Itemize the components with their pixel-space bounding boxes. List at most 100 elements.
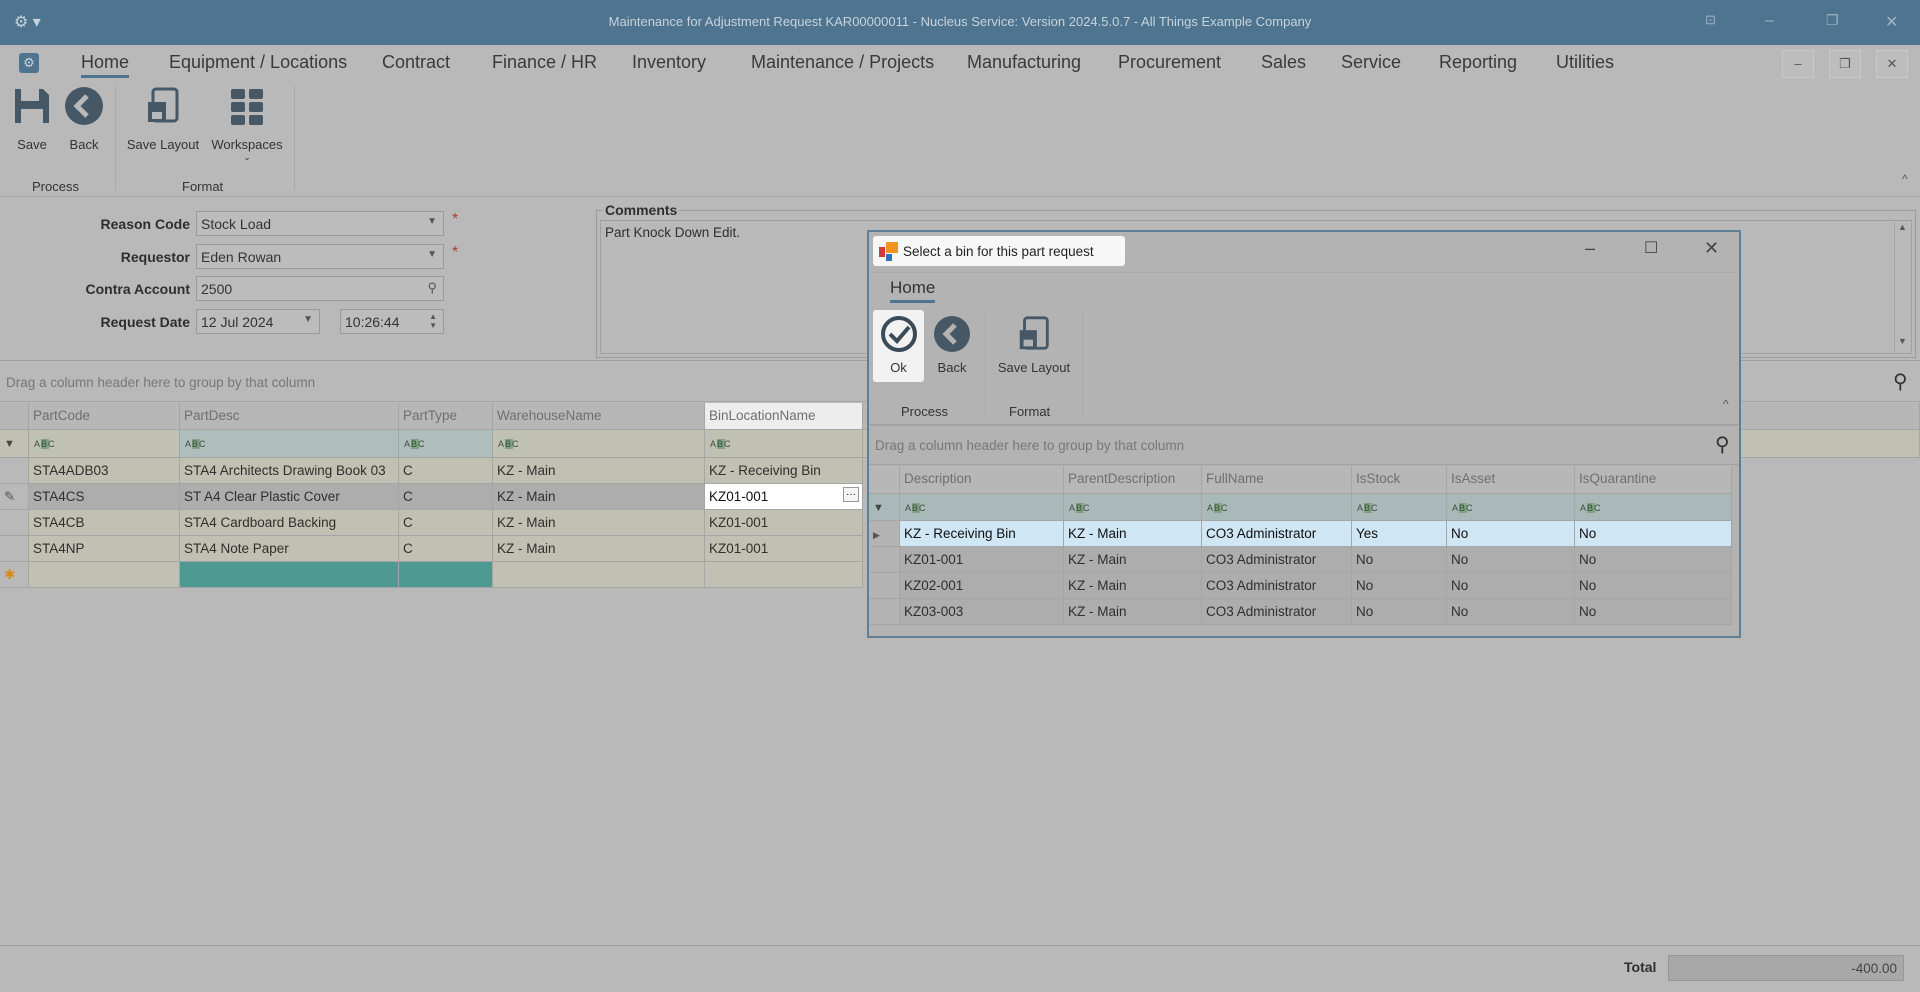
grid-cell-parttype[interactable]: C [399,510,493,536]
bin-cell-parentdescription[interactable]: KZ - Main [1064,521,1202,547]
bin-cell-description[interactable]: KZ02-001 [900,573,1064,599]
mdi-minimize-button[interactable]: – [1782,50,1814,78]
filter-cell[interactable]: ABC [493,430,705,458]
bin-cell-parentdescription[interactable]: KZ - Main [1064,573,1202,599]
restore-icon[interactable]: ❐ [1826,12,1839,29]
menu-tab-service[interactable]: Service [1341,52,1401,73]
bin-cell-isstock[interactable]: No [1352,573,1447,599]
bin-cell-isasset[interactable]: No [1447,573,1575,599]
menu-tab-sales[interactable]: Sales [1261,52,1306,73]
bin-cell-isquarantine[interactable]: No [1575,573,1732,599]
new-row-cell[interactable] [705,562,863,588]
contra-account-input[interactable]: 2500 ⚲ [196,276,444,301]
new-row-cell[interactable] [493,562,705,588]
filter-cell[interactable]: ABC [29,430,180,458]
grid-cell-warehousename[interactable]: KZ - Main [493,458,705,484]
dialog-close-icon[interactable]: ✕ [1704,238,1719,259]
grid-cell-parttype[interactable]: C [399,484,493,510]
grid-cell-partcode[interactable]: STA4CB [29,510,180,536]
bin-cell-fullname[interactable]: CO3 Administrator [1202,573,1352,599]
reason-code-select[interactable]: Stock Load ▼ [196,211,444,236]
grid-cell-partdesc[interactable]: STA4 Architects Drawing Book 03 [180,458,399,484]
new-row-cell[interactable] [29,562,180,588]
comments-scrollbar[interactable]: ▲ ▼ [1894,222,1910,352]
bin-cell-description[interactable]: KZ03-003 [900,599,1064,625]
grid-cell-partcode[interactable]: STA4NP [29,536,180,562]
bin-cell-parentdescription[interactable]: KZ - Main [1064,547,1202,573]
menu-tab-procurement[interactable]: Procurement [1118,52,1221,73]
bin-cell-description[interactable]: KZ01-001 [900,547,1064,573]
grid-cell-parttype[interactable]: C [399,458,493,484]
bin-cell-isasset[interactable]: No [1447,521,1575,547]
menu-tab-inventory[interactable]: Inventory [632,52,706,73]
column-header-isquarantine[interactable]: IsQuarantine [1575,466,1732,494]
bin-cell-parentdescription[interactable]: KZ - Main [1064,599,1202,625]
bin-cell-isstock[interactable]: Yes [1352,521,1447,547]
filter-cell[interactable]: ABC [900,494,1064,521]
request-date-picker[interactable]: 12 Jul 2024 ▼ [196,309,320,334]
grid-cell-binlocationname[interactable]: KZ01-001 [705,536,863,562]
menu-tab-utilities[interactable]: Utilities [1556,52,1614,73]
column-header-isstock[interactable]: IsStock [1352,466,1447,494]
column-header-warehousename[interactable]: WarehouseName [493,403,705,430]
bin-cell-fullname[interactable]: CO3 Administrator [1202,599,1352,625]
bin-cell-isstock[interactable]: No [1352,599,1447,625]
mdi-close-button[interactable]: ✕ [1876,50,1908,78]
filter-cell[interactable]: ABC [399,430,493,458]
bin-cell-fullname[interactable]: CO3 Administrator [1202,547,1352,573]
workspaces-button[interactable]: Workspaces ⌄ [208,86,286,163]
menu-tab-manufacturing[interactable]: Manufacturing [967,52,1081,73]
dialog-maximize-icon[interactable]: ☐ [1644,238,1658,258]
close-icon[interactable]: ✕ [1885,12,1898,32]
save-button[interactable]: Save [10,86,54,152]
column-header-parentdescription[interactable]: ParentDescription [1064,466,1202,494]
bin-cell-isquarantine[interactable]: No [1575,547,1732,573]
minimize-icon[interactable]: – [1765,12,1774,30]
menu-tab-contract[interactable]: Contract [382,52,450,73]
dialog-save-layout-button[interactable]: Save Layout [989,310,1079,375]
column-header-fullname[interactable]: FullName [1202,466,1352,494]
grid-cell-partcode[interactable]: STA4ADB03 [29,458,180,484]
grid-cell-partdesc[interactable]: STA4 Cardboard Backing [180,510,399,536]
grid-cell-warehousename[interactable]: KZ - Main [493,510,705,536]
grid-cell-binlocationname[interactable]: KZ01-001 ··· [705,484,863,510]
search-icon[interactable]: ⚲ [1893,369,1908,394]
search-icon[interactable]: ⚲ [1715,432,1730,457]
dialog-back-button[interactable]: Back [927,310,977,375]
menu-tab-home[interactable]: Home [81,52,130,78]
grid-cell-partdesc[interactable]: ST A4 Clear Plastic Cover [180,484,399,510]
collapse-ribbon-icon[interactable]: ^ [1902,172,1908,186]
grid-cell-parttype[interactable]: C [399,536,493,562]
grid-cell-warehousename[interactable]: KZ - Main [493,536,705,562]
pin-icon[interactable]: ⊡ [1705,12,1716,28]
column-header-binlocationname[interactable]: BinLocationName [705,403,863,430]
grid-cell-binlocationname[interactable]: KZ - Receiving Bin [705,458,863,484]
filter-cell[interactable]: ABC [1447,494,1575,521]
grid-cell-warehousename[interactable]: KZ - Main [493,484,705,510]
bin-cell-fullname[interactable]: CO3 Administrator [1202,521,1352,547]
ok-button[interactable]: Ok [873,310,924,382]
menu-tab-equipment-locations[interactable]: Equipment / Locations [169,52,347,73]
collapse-ribbon-icon[interactable]: ^ [1723,397,1729,411]
ellipsis-button[interactable]: ··· [843,487,859,502]
menu-tab-reporting[interactable]: Reporting [1439,52,1517,73]
spin-arrows-icon[interactable]: ▲ ▼ [429,312,437,330]
requestor-select[interactable]: Eden Rowan ▼ [196,244,444,269]
column-header-partcode[interactable]: PartCode [29,403,180,430]
filter-cell[interactable]: ABC [1575,494,1732,521]
mdi-restore-button[interactable]: ❐ [1829,50,1861,78]
request-time-spinner[interactable]: 10:26:44 ▲ ▼ [340,309,444,334]
menu-tab-finance-hr[interactable]: Finance / HR [492,52,597,73]
bin-cell-isstock[interactable]: No [1352,547,1447,573]
bin-cell-description[interactable]: KZ - Receiving Bin [900,521,1064,547]
bin-cell-isquarantine[interactable]: No [1575,599,1732,625]
bin-cell-isquarantine[interactable]: No [1575,521,1732,547]
grid-cell-partdesc[interactable]: STA4 Note Paper [180,536,399,562]
menu-tab-maintenance-projects[interactable]: Maintenance / Projects [751,52,934,73]
dialog-tab-home[interactable]: Home [890,278,936,303]
column-header-partdesc[interactable]: PartDesc [180,403,399,430]
app-icon[interactable]: ⚙ [19,53,39,73]
bin-cell-isasset[interactable]: No [1447,599,1575,625]
save-layout-button[interactable]: Save Layout [122,86,204,152]
grid-cell-binlocationname[interactable]: KZ01-001 [705,510,863,536]
